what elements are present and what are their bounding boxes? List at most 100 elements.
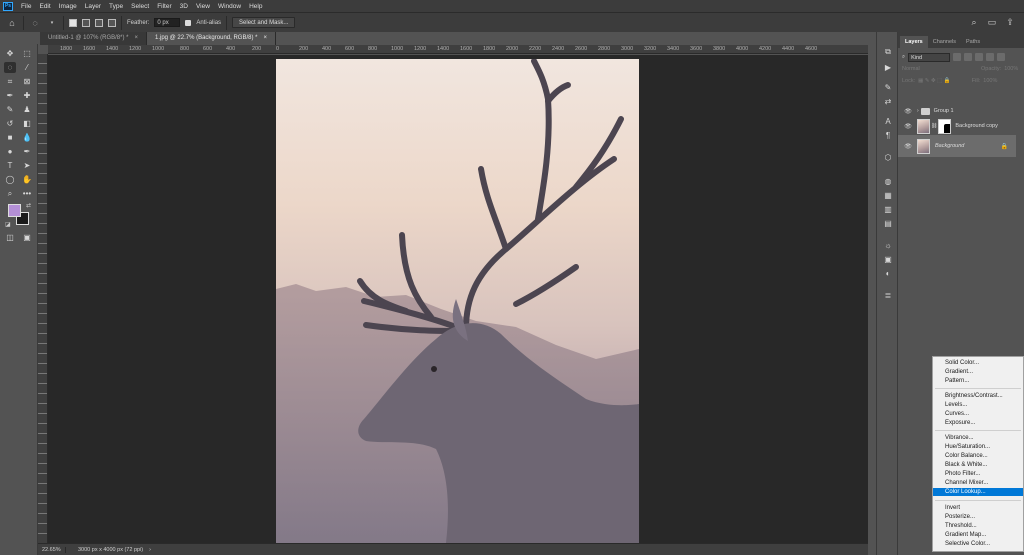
foreground-color-swatch[interactable] (8, 204, 21, 217)
menu-item-vibrance[interactable]: Vibrance... (933, 434, 1023, 442)
artboard-tool-icon[interactable]: ⬚ (21, 48, 33, 59)
menu-edit[interactable]: Edit (35, 3, 54, 10)
menu-file[interactable]: File (17, 3, 35, 10)
character-icon[interactable]: A (882, 116, 894, 127)
menu-item-posterize[interactable]: Posterize... (933, 513, 1023, 521)
search-icon[interactable]: ⌕ (968, 17, 980, 29)
path-selection-icon[interactable]: ➤ (21, 160, 33, 171)
document-info[interactable]: 3000 px x 4000 px (72 ppi) (66, 547, 143, 553)
blur-tool-icon[interactable]: 💧 (21, 132, 33, 143)
menu-image[interactable]: Image (55, 3, 81, 10)
pen-tool-icon[interactable]: ✒ (21, 146, 33, 157)
menu-item-black-white[interactable]: Black & White... (933, 461, 1023, 469)
antialias-checkbox[interactable] (185, 19, 192, 26)
eye-icon[interactable]: 👁 (903, 143, 913, 150)
history-panel-icon[interactable]: ⧉ (882, 46, 894, 57)
actions-play-icon[interactable]: ▶ (882, 62, 894, 73)
tab-untitled[interactable]: Untitled-1 @ 107% (RGB/8*) * × (40, 32, 147, 45)
zoom-level[interactable]: 22.65% (38, 546, 66, 553)
healing-brush-icon[interactable]: ✚ (21, 90, 33, 101)
fill-input[interactable]: 100% (983, 78, 997, 84)
lock-icons[interactable]: ▦ ✎ ✥ ⬚ 🔒 (918, 78, 951, 84)
chain-link-icon[interactable]: ⛓ (931, 123, 937, 129)
chevron-right-icon[interactable]: › (149, 547, 151, 553)
zoom-tool-icon[interactable]: ⌕ (4, 188, 16, 199)
dodge-tool-icon[interactable]: ● (4, 146, 16, 157)
menu-item-threshold[interactable]: Threshold... (933, 522, 1023, 530)
ellipse-tool-icon[interactable]: ◯ (4, 174, 16, 185)
menu-item-selective-color[interactable]: Selective Color... (933, 540, 1023, 548)
brush-tool-icon[interactable]: ✎ (4, 104, 16, 115)
menu-item-exposure[interactable]: Exposure... (933, 419, 1023, 427)
move-tool-icon[interactable]: ✥ (4, 48, 16, 59)
paragraph-icon[interactable]: ¶ (882, 130, 894, 141)
layers-stack-icon[interactable]: ≣ (882, 290, 894, 301)
subtract-from-selection-icon[interactable] (95, 18, 103, 27)
menu-item-invert[interactable]: Invert (933, 504, 1023, 512)
menu-select[interactable]: Select (127, 3, 153, 10)
layer-kind-filter[interactable]: Kind (908, 52, 951, 62)
home-icon[interactable]: ⌂ (6, 17, 18, 29)
brush-settings-icon[interactable]: ✎ (882, 82, 894, 93)
menu-item-brightness-contrast[interactable]: Brightness/Contrast... (933, 392, 1023, 400)
menu-layer[interactable]: Layer (81, 3, 105, 10)
lasso-tool-icon[interactable]: ◌ (4, 62, 16, 73)
eye-icon[interactable]: 👁 (903, 123, 913, 130)
menu-item-levels[interactable]: Levels... (933, 401, 1023, 409)
gradients-icon[interactable]: ▥ (882, 204, 894, 215)
filter-type-icon[interactable] (975, 53, 984, 61)
filter-pixel-icon[interactable] (953, 53, 962, 61)
quick-selection-tool-icon[interactable]: ⁄ (21, 62, 33, 73)
deer-photo[interactable] (276, 59, 639, 543)
more-tools-icon[interactable]: ••• (21, 188, 33, 199)
default-colors-icon[interactable]: ◪ (5, 221, 11, 228)
patterns-icon[interactable]: ▤ (882, 218, 894, 229)
menu-item-pattern[interactable]: Pattern... (933, 377, 1023, 385)
menu-item-curves[interactable]: Curves... (933, 410, 1023, 418)
menu-help[interactable]: Help (245, 3, 266, 10)
add-to-selection-icon[interactable] (82, 18, 90, 27)
new-selection-icon[interactable] (69, 18, 77, 27)
blend-mode-select[interactable]: Normal (902, 66, 944, 72)
menu-type[interactable]: Type (105, 3, 127, 10)
menu-item-gradient-map[interactable]: Gradient Map... (933, 531, 1023, 539)
lasso-tool-preset-icon[interactable]: ◌ (29, 17, 41, 29)
adjustments-sliders-icon[interactable]: ⇄ (882, 96, 894, 107)
tab-1jpg[interactable]: 1.jpg @ 22.7% (Background, RGB/8) * × (146, 32, 276, 45)
menu-item-photo-filter[interactable]: Photo Filter... (933, 470, 1023, 478)
layer-mask-thumbnail[interactable] (938, 118, 952, 134)
opacity-input[interactable]: 100% (1004, 66, 1018, 72)
close-icon[interactable]: × (263, 35, 267, 41)
learn-bulb-icon[interactable]: ☼ (882, 240, 894, 251)
history-brush-icon[interactable]: ↺ (4, 118, 16, 129)
share-icon[interactable]: ⇪ (1004, 17, 1016, 29)
crop-tool-icon[interactable]: ⌗ (4, 76, 16, 87)
feather-input[interactable]: 0 px (154, 18, 181, 27)
close-icon[interactable]: × (134, 35, 138, 41)
menu-item-color-lookup[interactable]: Color Lookup... (933, 488, 1023, 496)
menu-item-channel-mixer[interactable]: Channel Mixer... (933, 479, 1023, 487)
menu-item-gradient[interactable]: Gradient... (933, 368, 1023, 376)
gradient-tool-icon[interactable]: ■ (4, 132, 16, 143)
swap-colors-icon[interactable]: ⇄ (26, 202, 31, 209)
swatches-icon[interactable]: ▦ (882, 190, 894, 201)
frame-tool-icon[interactable]: ⊠ (21, 76, 33, 87)
quick-mask-icon[interactable]: ◫ (4, 232, 16, 243)
eyedropper-tool-icon[interactable]: ✒ (4, 90, 16, 101)
filter-adjustment-icon[interactable] (964, 53, 973, 61)
menu-item-color-balance[interactable]: Color Balance... (933, 452, 1023, 460)
intersect-selection-icon[interactable] (108, 18, 116, 27)
color-wheel-icon[interactable]: ◍ (882, 176, 894, 187)
tab-channels[interactable]: Channels (928, 36, 961, 48)
screen-mode-icon[interactable]: ▣ (21, 232, 33, 243)
menu-item-hue-saturation[interactable]: Hue/Saturation... (933, 443, 1023, 451)
chevron-down-icon[interactable]: ▾ (46, 17, 58, 29)
clone-stamp-icon[interactable]: ♟ (21, 104, 33, 115)
menu-item-solid-color[interactable]: Solid Color... (933, 359, 1023, 367)
tab-layers[interactable]: Layers (900, 36, 928, 48)
workspace-icon[interactable]: ▭ (986, 17, 998, 29)
eraser-tool-icon[interactable]: ◧ (21, 118, 33, 129)
menu-view[interactable]: View (192, 3, 214, 10)
filter-shape-icon[interactable] (986, 53, 995, 61)
filter-smart-object-icon[interactable] (997, 53, 1006, 61)
